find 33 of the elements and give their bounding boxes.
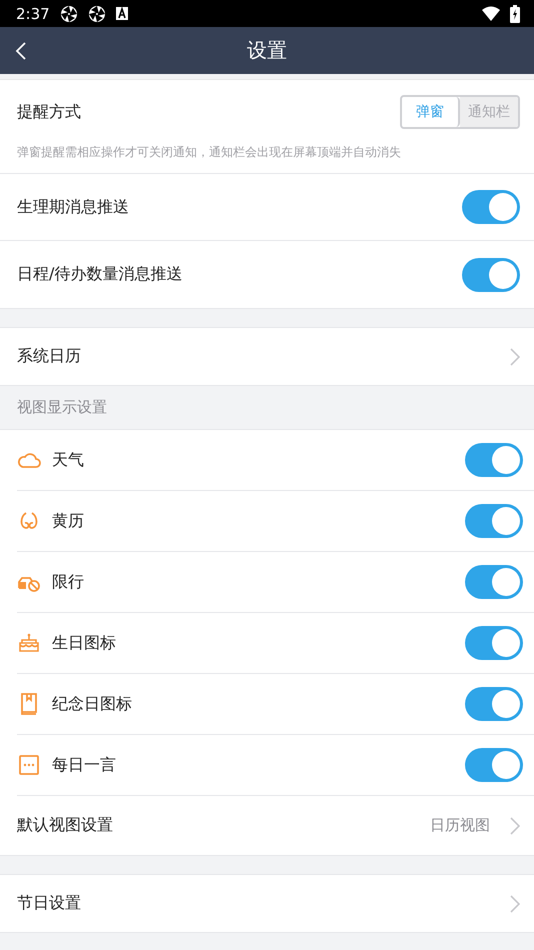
toggle-switch[interactable]	[462, 190, 520, 224]
toggle-switch[interactable]	[465, 504, 523, 538]
setting-label: 纪念日图标	[52, 694, 133, 714]
toggle-switch[interactable]	[465, 626, 523, 660]
toggle-switch[interactable]	[462, 258, 520, 292]
chevron-right-icon	[510, 816, 520, 834]
toggle-switch[interactable]	[465, 565, 523, 599]
setting-label: 黄历	[52, 510, 85, 532]
aperture-icon	[60, 4, 78, 22]
toggle-switch[interactable]	[465, 748, 523, 782]
setting-label: 生日图标	[52, 632, 117, 654]
setting-label: 日程/待办数量消息推送	[17, 264, 184, 285]
setting-label: 天气	[52, 450, 85, 470]
wifi-icon	[482, 6, 500, 21]
page-title: 设置	[247, 37, 287, 64]
setting-label: 生理期消息推送	[17, 196, 130, 218]
toggle-switch[interactable]	[465, 687, 523, 721]
list-item[interactable]: 节日设置	[0, 874, 534, 933]
battery-icon	[510, 4, 520, 22]
aperture-icon	[88, 4, 106, 22]
toggle-switch[interactable]	[465, 443, 523, 477]
cake-icon	[17, 631, 41, 655]
list-item[interactable]: 默认视图设置 日历视图	[0, 796, 534, 855]
clock-time: 2:37	[16, 4, 50, 22]
setting-label: 限行	[52, 572, 85, 592]
font-icon	[116, 7, 128, 20]
setting-label: 每日一言	[52, 754, 117, 776]
hint-text: 弹窗提醒需相应操作才可关闭通知，通知栏会出现在屏幕顶端并自动消失	[16, 144, 402, 161]
setting-label: 提醒方式	[17, 102, 82, 122]
list-item[interactable]: 系统日历	[0, 327, 534, 386]
chevron-right-icon	[510, 894, 520, 912]
dots-icon	[17, 753, 41, 777]
chevron-right-icon	[510, 348, 520, 366]
